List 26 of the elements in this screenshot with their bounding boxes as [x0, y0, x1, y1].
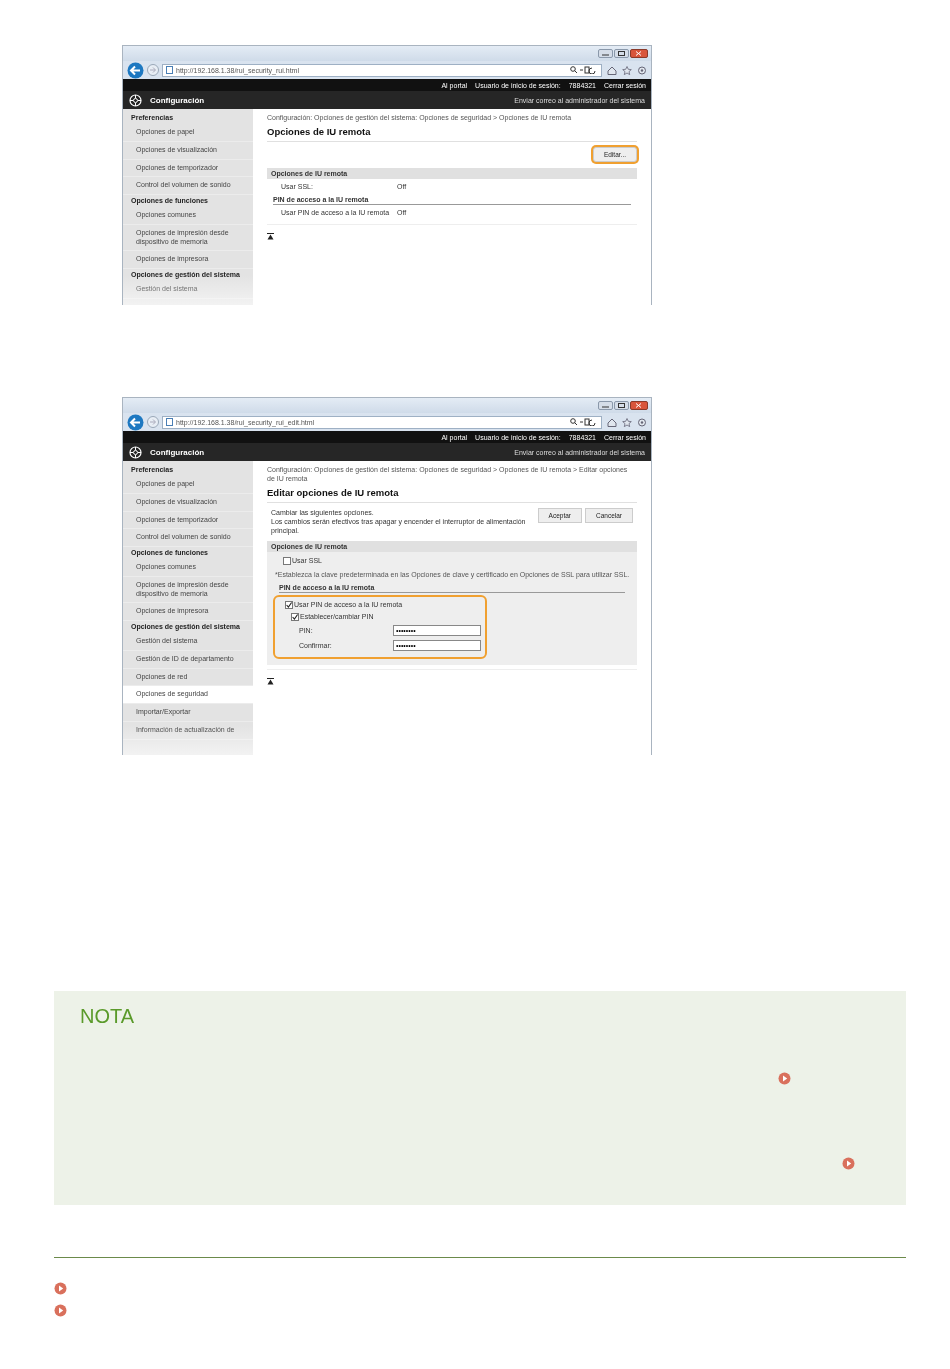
gear-icon [129, 93, 142, 107]
back-to-top-icon[interactable] [267, 232, 274, 240]
back-to-top-icon[interactable] [267, 677, 274, 685]
settings-icon[interactable] [637, 65, 647, 75]
window-controls-icon[interactable] [598, 49, 648, 58]
page-icon [166, 418, 173, 426]
settings-icon[interactable] [637, 417, 647, 427]
page-heading: Editar opciones de IU remota [267, 483, 637, 503]
page-heading: Opciones de IU remota [267, 122, 637, 142]
checkbox[interactable] [291, 612, 299, 621]
home-icon[interactable] [607, 417, 617, 427]
address-tools-icon[interactable] [570, 418, 598, 426]
note-title: NOTA [80, 1005, 135, 1028]
checkbox[interactable] [283, 556, 291, 565]
star-icon[interactable] [622, 65, 632, 75]
home-icon[interactable] [607, 65, 617, 75]
star-icon[interactable] [622, 417, 632, 427]
address-tools-icon[interactable] [570, 66, 598, 74]
window-controls-icon[interactable] [598, 401, 648, 410]
checkbox[interactable] [285, 600, 293, 609]
back-icon[interactable] [127, 61, 144, 79]
back-icon[interactable] [127, 413, 144, 431]
page-icon [166, 66, 173, 74]
page-title: Configuración [150, 447, 206, 457]
gear-icon [129, 445, 142, 459]
page-title: Configuración [150, 95, 206, 105]
